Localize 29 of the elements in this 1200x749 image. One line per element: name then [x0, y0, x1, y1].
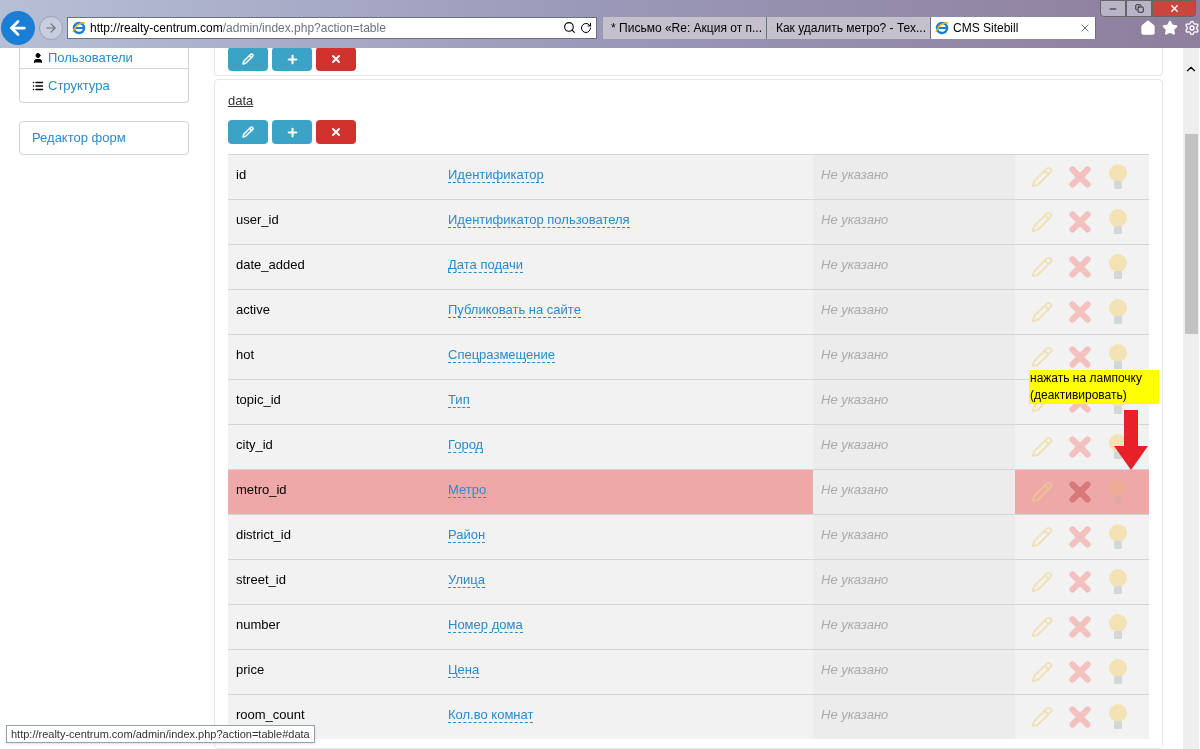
field-name: city_id: [236, 437, 273, 452]
field-name: id: [236, 167, 247, 182]
field-name: metro_id: [236, 482, 287, 497]
value-text: Не указано: [821, 347, 889, 362]
status-tooltip: http://realty-centrum.com/admin/index.php?action=table#data: [6, 724, 315, 743]
value-text: Не указано: [821, 167, 889, 182]
field-name: date_added: [236, 257, 305, 272]
field-name: street_id: [236, 572, 286, 587]
value-text: Не указано: [821, 437, 889, 452]
field-name: district_id: [236, 527, 291, 542]
value-text: Не указано: [821, 707, 889, 722]
field-name: user_id: [236, 212, 279, 227]
value-text: Не указано: [821, 527, 889, 542]
value-text: Не указано: [821, 212, 889, 227]
field-name: active: [236, 302, 270, 317]
value-text: Не указано: [821, 662, 889, 677]
field-name: topic_id: [236, 392, 281, 407]
field-name: number: [236, 617, 281, 632]
url-text: http://realty-centrum.com/admin/index.php?action=table: [90, 19, 386, 37]
value-text: Не указано: [821, 302, 889, 317]
value-text: Не указано: [821, 482, 889, 497]
value-text: Не указано: [821, 392, 889, 407]
annotation-tooltip: нажать на лампочку (деактивировать): [1029, 370, 1159, 404]
value-text: Не указано: [821, 617, 889, 632]
value-text: Не указано: [821, 257, 889, 272]
value-text: Не указано: [821, 572, 889, 587]
field-name: room_count: [236, 707, 305, 722]
field-name: price: [236, 662, 265, 677]
field-name: hot: [236, 347, 255, 362]
